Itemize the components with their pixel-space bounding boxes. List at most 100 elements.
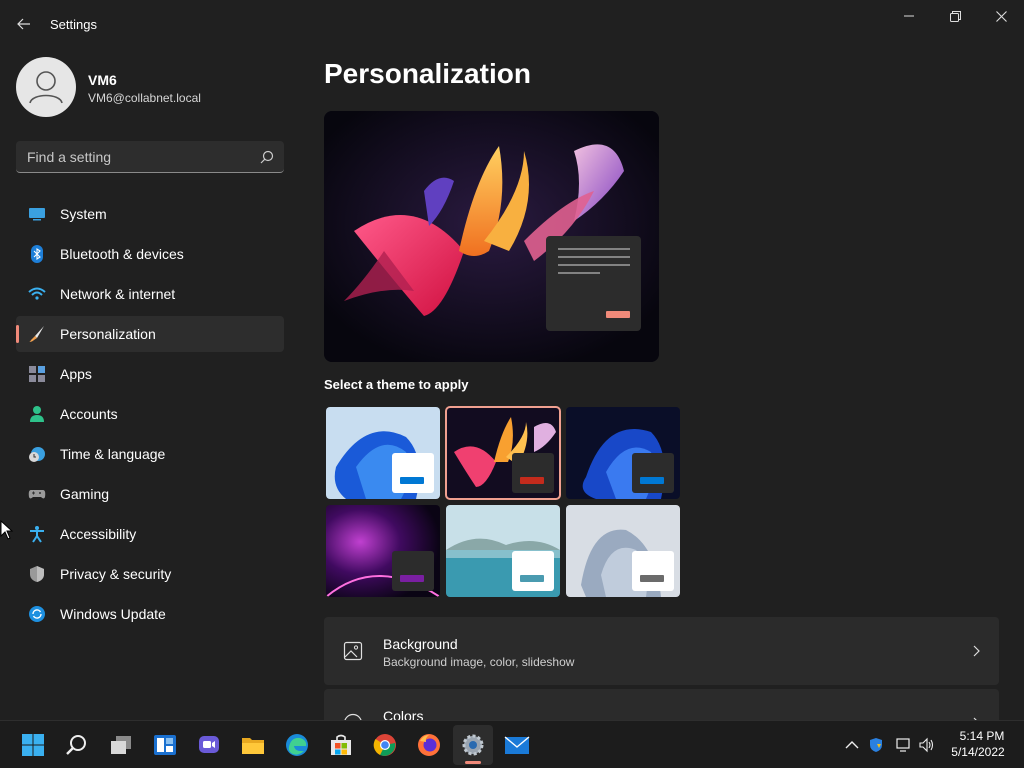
arrow-left-icon xyxy=(17,18,30,30)
sidebar-item-label: System xyxy=(60,206,107,222)
accessibility-icon xyxy=(30,526,44,543)
widgets-button[interactable] xyxy=(151,731,179,759)
security-shield-icon[interactable] xyxy=(868,737,884,753)
theme-dark-bloom[interactable] xyxy=(566,407,680,499)
settings-icon xyxy=(462,734,484,756)
bluetooth-icon xyxy=(31,245,43,263)
minimize-icon xyxy=(904,15,914,17)
close-button[interactable] xyxy=(978,0,1024,32)
store-icon xyxy=(331,734,351,755)
title-bar: Settings xyxy=(0,0,1024,48)
sidebar-item-accounts[interactable]: Accounts xyxy=(16,396,284,432)
theme-sunrise-lake[interactable] xyxy=(446,505,560,597)
sidebar-item-gaming[interactable]: Gaming xyxy=(16,476,284,512)
clock-date[interactable]: 5/14/2022 xyxy=(946,745,1010,759)
search-icon xyxy=(66,735,86,755)
close-icon xyxy=(995,10,1007,22)
start-icon xyxy=(22,734,44,756)
chrome-button[interactable] xyxy=(371,731,399,759)
firefox-icon xyxy=(418,734,440,756)
theme-mini-window xyxy=(632,453,674,493)
brush-icon xyxy=(29,326,44,342)
sidebar-item-accessibility[interactable]: Accessibility xyxy=(16,516,284,552)
sidebar-item-bluetooth[interactable]: Bluetooth & devices xyxy=(16,236,284,272)
theme-preview xyxy=(324,111,659,362)
profile-email: VM6@collabnet.local xyxy=(88,91,201,105)
theme-glow[interactable] xyxy=(445,406,561,500)
sidebar-item-system[interactable]: System xyxy=(16,196,284,232)
sidebar-item-personalization[interactable]: Personalization xyxy=(16,316,284,352)
sidebar-item-windows-update[interactable]: Windows Update xyxy=(16,596,284,632)
task-view-icon xyxy=(111,736,131,754)
shield-icon xyxy=(30,566,44,582)
volume-icon[interactable] xyxy=(919,737,935,753)
mail-icon xyxy=(504,736,530,754)
search-input[interactable] xyxy=(16,141,252,172)
clock-time[interactable]: 5:14 PM xyxy=(956,729,1008,743)
sidebar-item-network[interactable]: Network & internet xyxy=(16,276,284,312)
sidebar-item-label: Personalization xyxy=(60,326,156,342)
theme-mini-window xyxy=(392,453,434,493)
preview-window-sample xyxy=(546,236,641,331)
sidebar-item-label: Time & language xyxy=(60,446,166,462)
apps-icon xyxy=(29,366,45,382)
image-icon xyxy=(343,641,363,661)
time-language-icon xyxy=(29,447,45,462)
search-icon[interactable] xyxy=(260,150,274,164)
maximize-button[interactable] xyxy=(932,0,978,32)
accounts-icon xyxy=(30,406,44,422)
sidebar-nav: System Bluetooth & devices Network & int… xyxy=(16,196,284,636)
mail-button[interactable] xyxy=(503,731,531,759)
minimize-button[interactable] xyxy=(886,0,932,32)
restore-icon xyxy=(949,10,961,22)
update-icon xyxy=(29,606,45,622)
card-title: Background xyxy=(383,636,458,652)
edge-button[interactable] xyxy=(283,731,311,759)
file-explorer-icon xyxy=(242,738,264,754)
theme-flow[interactable] xyxy=(566,505,680,597)
page-title: Personalization xyxy=(324,58,531,89)
sidebar-item-label: Accounts xyxy=(60,406,118,422)
taskbar xyxy=(0,720,1024,768)
chrome-icon xyxy=(373,734,396,756)
back-button[interactable] xyxy=(12,12,36,36)
theme-mini-window xyxy=(512,551,554,591)
avatar[interactable] xyxy=(16,57,76,117)
theme-accent-bar xyxy=(400,477,424,484)
theme-accent-bar xyxy=(640,575,664,582)
theme-mini-window xyxy=(392,551,434,591)
theme-light-bloom[interactable] xyxy=(326,407,440,499)
preview-window-lines xyxy=(558,248,630,318)
firefox-button[interactable] xyxy=(415,731,443,759)
system-icon xyxy=(29,208,45,221)
sidebar-item-label: Windows Update xyxy=(60,606,166,622)
themes-label: Select a theme to apply xyxy=(324,377,469,392)
start-button[interactable] xyxy=(19,731,47,759)
profile-name: VM6 xyxy=(88,72,117,88)
theme-accent-bar xyxy=(520,477,544,484)
sidebar-item-label: Privacy & security xyxy=(60,566,172,582)
sidebar-item-label: Apps xyxy=(60,366,92,382)
sidebar-item-label: Network & internet xyxy=(60,286,176,302)
active-app-indicator xyxy=(465,761,481,764)
file-explorer-button[interactable] xyxy=(239,731,267,759)
settings-taskbar-button[interactable] xyxy=(453,725,493,765)
mouse-cursor-icon xyxy=(0,520,14,540)
taskbar-search-button[interactable] xyxy=(63,731,91,759)
chevron-up-icon[interactable] xyxy=(844,737,860,753)
chevron-right-icon xyxy=(973,645,980,657)
store-button[interactable] xyxy=(327,731,355,759)
theme-captured-motion[interactable] xyxy=(326,505,440,597)
search-box xyxy=(16,141,284,173)
theme-accent-bar xyxy=(520,575,544,582)
sidebar-item-privacy[interactable]: Privacy & security xyxy=(16,556,284,592)
network-icon[interactable] xyxy=(895,737,911,753)
app-title: Settings xyxy=(50,17,97,32)
sidebar-item-apps[interactable]: Apps xyxy=(16,356,284,392)
task-view-button[interactable] xyxy=(107,731,135,759)
edge-icon xyxy=(286,734,308,756)
gamepad-icon xyxy=(28,490,46,499)
background-setting-card[interactable]: Background Background image, color, slid… xyxy=(324,617,999,685)
chat-button[interactable] xyxy=(195,731,223,759)
sidebar-item-time-language[interactable]: Time & language xyxy=(16,436,284,472)
